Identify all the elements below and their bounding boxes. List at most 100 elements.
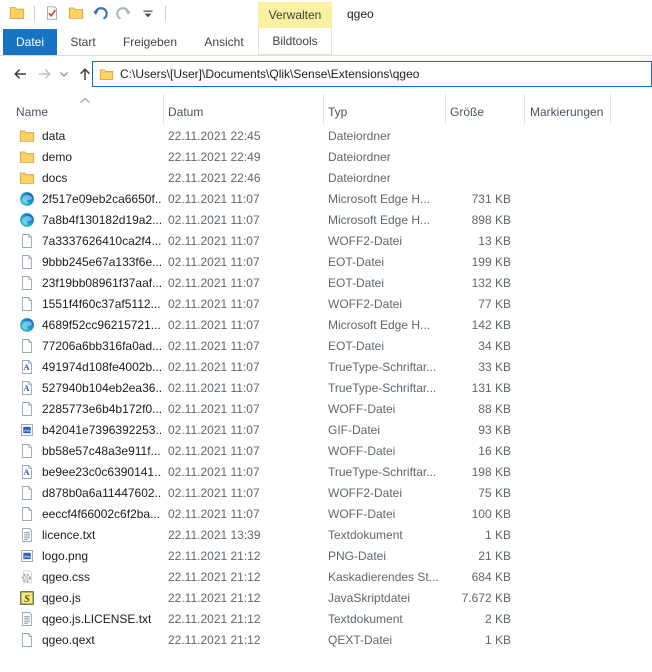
tab-ansicht[interactable]: Ansicht <box>204 29 243 55</box>
file-type: Dateiordner <box>328 147 444 168</box>
file-size: 731 KB <box>447 189 511 210</box>
file-icon <box>19 506 35 522</box>
js-icon: S <box>19 590 35 606</box>
file-row[interactable]: logo.png 22.11.2021 21:12 PNG-Datei 21 K… <box>0 546 652 567</box>
file-tags <box>530 525 610 546</box>
column-header-groesse[interactable]: Größe <box>446 94 525 124</box>
file-size: 199 KB <box>447 252 511 273</box>
file-row[interactable]: 1551f4f60c37af5112... 02.11.2021 11:07 W… <box>0 294 652 315</box>
file-size <box>447 168 511 189</box>
address-bar[interactable]: C:\Users\[User]\Documents\Qlik\Sense\Ext… <box>92 61 652 87</box>
file-tags <box>530 252 610 273</box>
address-path: C:\Users\[User]\Documents\Qlik\Sense\Ext… <box>120 67 419 81</box>
tab-bildtools[interactable]: Bildtools <box>258 28 332 55</box>
file-type: Dateiordner <box>328 168 444 189</box>
column-header-typ[interactable]: Typ <box>324 94 446 124</box>
folder-icon <box>19 128 35 144</box>
file-row[interactable]: eeccf4f66002c6f2ba... 02.11.2021 11:07 W… <box>0 504 652 525</box>
file-tags <box>530 567 610 588</box>
tab-start[interactable]: Start <box>70 29 95 55</box>
file-tags <box>530 399 610 420</box>
file-row[interactable]: 23f19bb08961f37aaf... 02.11.2021 11:07 E… <box>0 273 652 294</box>
file-row[interactable]: 2285773e6b4b172f0... 02.11.2021 11:07 WO… <box>0 399 652 420</box>
file-type: PNG-Datei <box>328 546 444 567</box>
file-date: 22.11.2021 22:49 <box>168 147 320 168</box>
properties-icon[interactable] <box>43 4 61 22</box>
file-type: EOT-Datei <box>328 252 444 273</box>
file-name: d878b0a6a11447602... <box>42 483 162 504</box>
file-type: WOFF-Datei <box>328 504 444 525</box>
file-tags <box>530 420 610 441</box>
forward-icon[interactable] <box>35 64 55 84</box>
file-row[interactable]: 7a3337626410ca2f4... 02.11.2021 11:07 WO… <box>0 231 652 252</box>
explorer-folder-icon[interactable] <box>8 4 26 22</box>
svg-text:A: A <box>23 383 30 393</box>
recent-locations-icon[interactable] <box>58 64 70 84</box>
file-name: bb58e57c48a3e911f... <box>42 441 162 462</box>
file-size: 684 KB <box>447 567 511 588</box>
file-row[interactable]: 77206a6bb316fa0ad... 02.11.2021 11:07 EO… <box>0 336 652 357</box>
file-tags <box>530 504 610 525</box>
file-date: 22.11.2021 13:39 <box>168 525 320 546</box>
ribbon-tab-row: Datei Start Freigeben Ansicht Bildtools <box>0 28 652 56</box>
file-size: 21 KB <box>447 546 511 567</box>
file-icon <box>19 485 35 501</box>
file-size: 88 KB <box>447 399 511 420</box>
file-row[interactable]: licence.txt 22.11.2021 13:39 Textdokumen… <box>0 525 652 546</box>
file-tags <box>530 189 610 210</box>
file-type: JavaSkriptdatei <box>328 588 444 609</box>
file-tags <box>530 168 610 189</box>
file-size: 77 KB <box>447 294 511 315</box>
file-icon <box>19 254 35 270</box>
file-row[interactable]: 9bbb245e67a133f6e... 02.11.2021 11:07 EO… <box>0 252 652 273</box>
undo-icon[interactable] <box>91 4 109 22</box>
file-row[interactable]: docs 22.11.2021 22:46 Dateiordner <box>0 168 652 189</box>
customize-quick-access-icon[interactable] <box>139 4 157 22</box>
truetype-icon: A <box>19 464 35 480</box>
new-folder-icon[interactable] <box>67 4 85 22</box>
file-row[interactable]: bb58e57c48a3e911f... 02.11.2021 11:07 WO… <box>0 441 652 462</box>
file-row[interactable]: d878b0a6a11447602... 02.11.2021 11:07 WO… <box>0 483 652 504</box>
file-row[interactable]: qgeo.js.LICENSE.txt 22.11.2021 21:12 Tex… <box>0 609 652 630</box>
file-icon <box>19 275 35 291</box>
file-size: 142 KB <box>447 315 511 336</box>
file-size: 7.672 KB <box>447 588 511 609</box>
file-name: 23f19bb08961f37aaf... <box>42 273 162 294</box>
file-date: 02.11.2021 11:07 <box>168 252 320 273</box>
file-size: 93 KB <box>447 420 511 441</box>
redo-icon[interactable] <box>115 4 133 22</box>
file-row[interactable]: qgeo.qext 22.11.2021 21:12 QEXT-Datei 1 … <box>0 630 652 651</box>
file-name: 1551f4f60c37af5112... <box>42 294 162 315</box>
file-date: 22.11.2021 22:46 <box>168 168 320 189</box>
tab-datei[interactable]: Datei <box>3 29 57 55</box>
file-row[interactable]: A 491974d108fe4002b... 02.11.2021 11:07 … <box>0 357 652 378</box>
file-row[interactable]: S qgeo.js 22.11.2021 21:12 JavaSkriptdat… <box>0 588 652 609</box>
file-size: 1 KB <box>447 525 511 546</box>
file-row[interactable]: 4689f52cc96215721... 02.11.2021 11:07 Mi… <box>0 315 652 336</box>
column-header-markierungen[interactable]: Markierungen <box>525 94 611 124</box>
column-header-name[interactable]: Name <box>0 94 164 124</box>
file-row[interactable]: b42041e7396392253... 02.11.2021 11:07 GI… <box>0 420 652 441</box>
css-icon <box>19 569 35 585</box>
file-name: qgeo.js <box>42 588 162 609</box>
navigation-bar: C:\Users\[User]\Documents\Qlik\Sense\Ext… <box>0 56 652 92</box>
file-row[interactable]: A be9ee23c0c6390141... 02.11.2021 11:07 … <box>0 462 652 483</box>
tab-freigeben[interactable]: Freigeben <box>123 29 177 55</box>
file-date: 02.11.2021 11:07 <box>168 189 320 210</box>
file-row[interactable]: qgeo.css 22.11.2021 21:12 Kaskadierendes… <box>0 567 652 588</box>
file-type: GIF-Datei <box>328 420 444 441</box>
file-icon <box>19 338 35 354</box>
file-list: data 22.11.2021 22:45 Dateiordner demo 2… <box>0 126 652 672</box>
file-row[interactable]: 7a8b4f130182d19a2... 02.11.2021 11:07 Mi… <box>0 210 652 231</box>
toolbar-separator <box>165 6 166 21</box>
file-row[interactable]: 2f517e09eb2ca6650f... 02.11.2021 11:07 M… <box>0 189 652 210</box>
file-name: data <box>42 126 162 147</box>
file-row[interactable]: demo 22.11.2021 22:49 Dateiordner <box>0 147 652 168</box>
file-size: 75 KB <box>447 483 511 504</box>
file-row[interactable]: data 22.11.2021 22:45 Dateiordner <box>0 126 652 147</box>
file-date: 22.11.2021 21:12 <box>168 588 320 609</box>
file-row[interactable]: A 527940b104eb2ea36... 02.11.2021 11:07 … <box>0 378 652 399</box>
column-header-datum[interactable]: Datum <box>164 94 324 124</box>
back-icon[interactable] <box>10 64 30 84</box>
file-tags <box>530 357 610 378</box>
